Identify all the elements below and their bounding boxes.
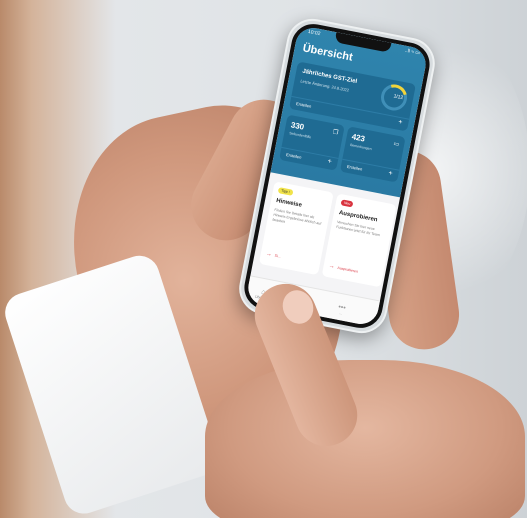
stat-caption: Bemerkungen — [349, 142, 372, 152]
info-text: Finden Sie Details hier als Hinweis Erge… — [272, 207, 322, 226]
stat-create-label: Erstellen — [285, 151, 302, 160]
plus-icon: + — [326, 157, 333, 166]
stat-create-label: Erstellen — [346, 163, 363, 172]
stat-value: 423 — [350, 132, 366, 144]
tab-more[interactable]: •••... — [329, 302, 355, 317]
stat-card-remarks[interactable]: 423 Bemerkungen ▭ Erstellen + — [339, 126, 406, 183]
status-time: 10:02 — [307, 28, 321, 38]
photo-scene: 10:02 ..ll ≈ ▭ Übersicht Jährliches GST-… — [0, 0, 527, 518]
right-hand — [205, 360, 525, 518]
status-icons: ..ll ≈ ▭ — [404, 47, 421, 57]
info-link[interactable]: Ausprobieren — [337, 266, 358, 274]
goal-create-label: Erstellen — [295, 100, 312, 109]
app-header: 10:02 ..ll ≈ ▭ Übersicht Jährliches GST-… — [270, 24, 429, 198]
info-text: Versuchen Sie hier neue Funktionen jetzt… — [335, 219, 381, 238]
comment-icon: ▭ — [392, 141, 400, 149]
info-link[interactable]: Si... — [274, 254, 281, 259]
stat-value: 330 — [290, 120, 305, 132]
info-heading: Hinweise — [275, 197, 303, 209]
info-card-hints[interactable]: Tipp ! Hinweise Finden Sie Details hier … — [258, 181, 334, 276]
info-badge: Tipp ! — [277, 187, 294, 196]
tab-label: ... — [339, 311, 343, 316]
arrow-right-icon: → — [328, 263, 336, 271]
stat-create-button[interactable]: Erstellen + — [279, 146, 339, 171]
stat-create-button[interactable]: Erstellen + — [339, 158, 400, 183]
document-icon: ❐ — [332, 129, 339, 137]
info-badge: Neu — [340, 199, 354, 208]
plus-icon: + — [387, 169, 394, 178]
stat-caption: Sekundenfälle — [288, 131, 312, 140]
stat-card-cases[interactable]: 330 Sekundenfälle ❐ Erstellen + — [279, 114, 345, 171]
page-title: Übersicht — [301, 42, 354, 64]
info-card-try[interactable]: Neu Ausprobieren Versuchen Sie hier neue… — [321, 193, 397, 288]
arrow-right-icon: → — [265, 250, 273, 258]
plus-icon: + — [397, 118, 403, 127]
